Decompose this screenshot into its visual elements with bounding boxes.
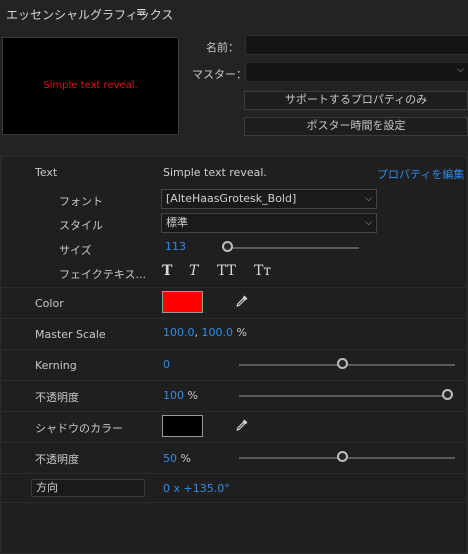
size-label: サイズ [59, 244, 92, 257]
scale-unit: % [236, 326, 247, 339]
chevron-down-icon: ⌵ [365, 218, 372, 228]
master-dropdown[interactable]: ⌵ [245, 62, 468, 82]
hamburger-menu-icon[interactable]: ≡ [136, 5, 147, 20]
size-value[interactable]: 113 [165, 240, 186, 253]
opacity-label: 不透明度 [35, 391, 79, 404]
support-props-button[interactable]: サポートするプロパティのみ [244, 91, 468, 110]
style-value: 標準 [166, 216, 188, 229]
shadow-color-label: シャドウのカラー [35, 422, 123, 435]
color-swatch[interactable] [162, 291, 203, 313]
opacity-unit: % [187, 389, 198, 402]
small-caps-button[interactable]: Tт [254, 263, 271, 279]
shadow-opacity-field: 50 % [163, 452, 191, 465]
opacity-slider-knob[interactable] [442, 389, 453, 400]
divider [1, 473, 467, 474]
kerning-slider-knob[interactable] [337, 358, 348, 369]
eyedropper-icon[interactable] [235, 418, 249, 432]
opacity-field: 100 % [163, 389, 198, 402]
divider [1, 349, 467, 350]
faux-styles-label: フェイクテキス... [59, 268, 146, 281]
direction-value[interactable]: 0 x +135.0° [163, 482, 230, 495]
edit-properties-link[interactable]: プロパティを編集 [377, 166, 464, 182]
direction-label-field[interactable]: 方向 [31, 479, 145, 497]
font-label: フォント [59, 195, 103, 208]
master-label: マスター： [192, 68, 247, 81]
name-field[interactable] [245, 35, 468, 55]
opacity-slider-track[interactable] [239, 395, 449, 397]
style-label: スタイル [59, 219, 103, 232]
font-dropdown[interactable]: [AlteHaasGrotesk_Bold] ⌵ [161, 189, 377, 209]
faux-bold-button[interactable]: T [162, 263, 172, 279]
divider [1, 442, 467, 443]
panel-title: エッセンシャルグラフィックス [6, 8, 174, 22]
all-caps-button[interactable]: TT [217, 263, 236, 279]
opacity-value[interactable]: 100 [163, 389, 184, 402]
kerning-label: Kerning [35, 359, 77, 372]
shadow-opacity-label: 不透明度 [35, 453, 79, 466]
divider [1, 411, 467, 412]
eyedropper-icon[interactable] [235, 294, 249, 308]
shadow-opacity-value[interactable]: 50 [163, 452, 177, 465]
text-label: Text [35, 166, 58, 179]
shadow-opacity-slider-knob[interactable] [337, 451, 348, 462]
kerning-value[interactable]: 0 [163, 358, 170, 371]
shadow-opacity-unit: % [180, 452, 191, 465]
color-label: Color [35, 297, 64, 310]
preview-thumbnail: Simple text reveal. [2, 37, 179, 135]
preview-text: Simple text reveal. [43, 80, 138, 91]
poster-time-button[interactable]: ポスター時間を設定 [244, 117, 468, 136]
properties-panel: Text Simple text reveal. プロパティを編集 フォント [… [0, 156, 468, 554]
font-value: [AlteHaasGrotesk_Bold] [166, 192, 297, 205]
chevron-down-icon: ⌵ [457, 65, 464, 75]
master-scale-label: Master Scale [35, 328, 106, 341]
style-dropdown[interactable]: 標準 ⌵ [161, 213, 377, 233]
master-scale-values: 100.0, 100.0 % [163, 326, 247, 339]
faux-italic-button[interactable]: T [189, 263, 198, 279]
size-slider-track[interactable] [227, 247, 359, 249]
divider [1, 502, 467, 503]
scale-separator: , [194, 326, 199, 339]
text-value[interactable]: Simple text reveal. [163, 166, 267, 179]
size-slider-knob[interactable] [222, 241, 233, 252]
chevron-down-icon: ⌵ [365, 194, 372, 204]
scale-y-value[interactable]: 100.0 [202, 326, 234, 339]
name-label: 名前： [206, 41, 239, 54]
shadow-color-swatch[interactable] [162, 415, 203, 437]
divider [1, 318, 467, 319]
divider [1, 380, 467, 381]
divider [1, 287, 467, 288]
scale-x-value[interactable]: 100.0 [163, 326, 195, 339]
